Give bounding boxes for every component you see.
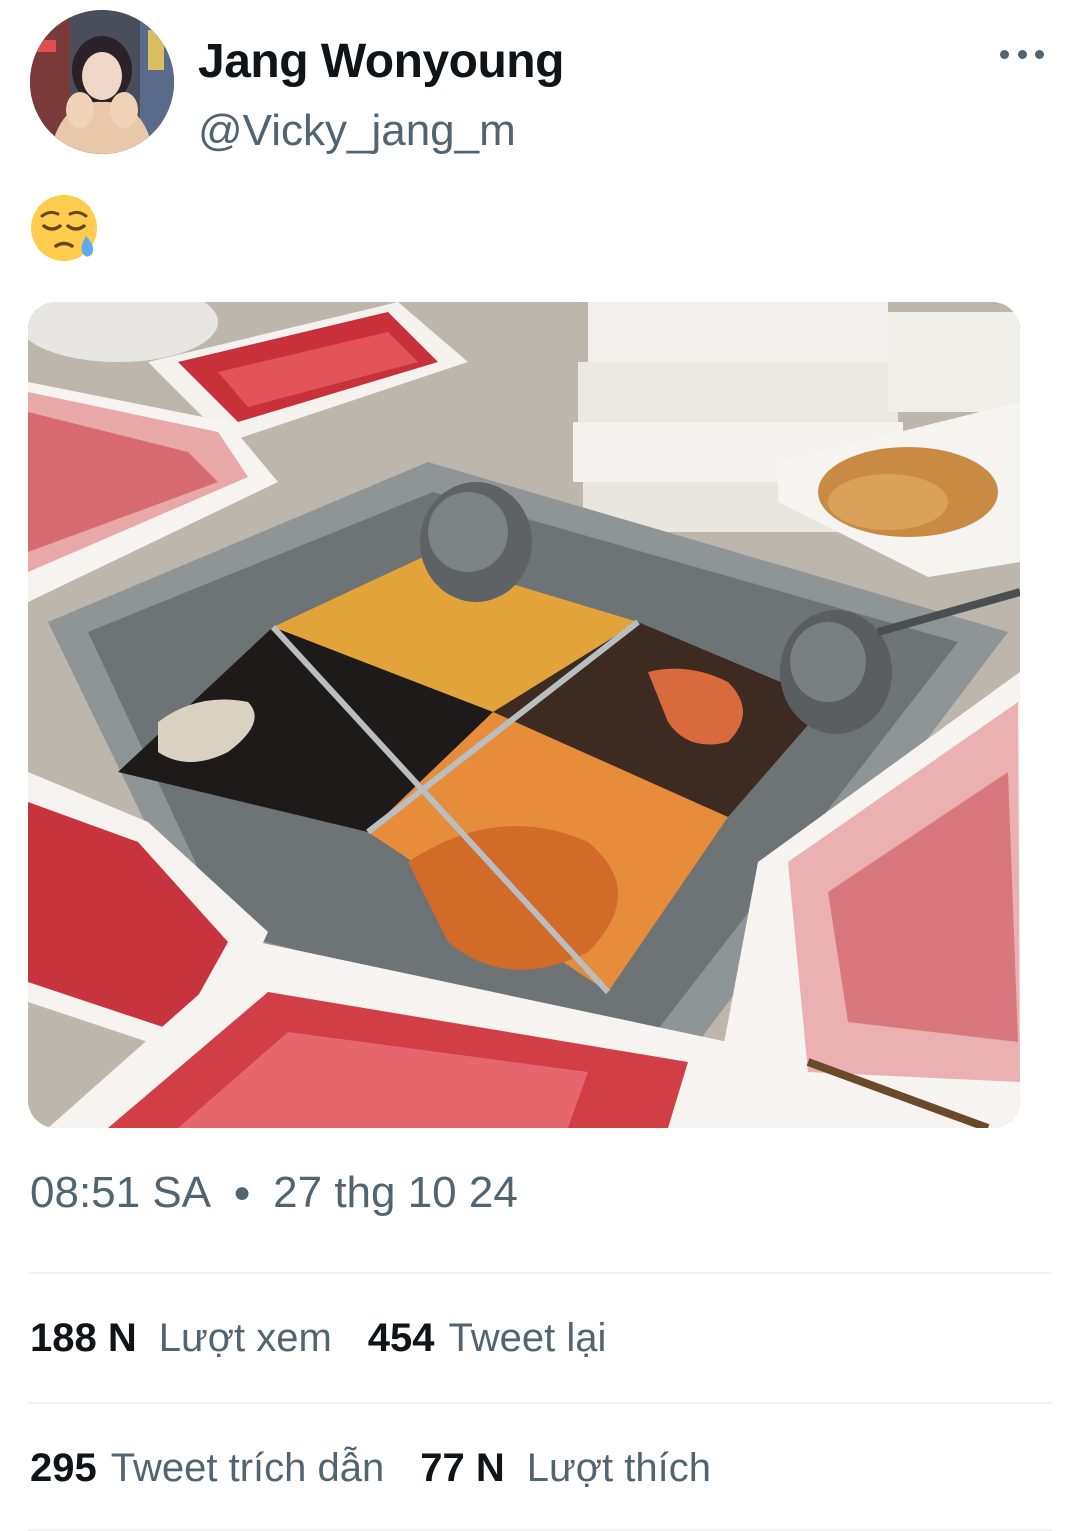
tweet-text: [28, 190, 104, 266]
quotes-label: Tweet trích dẫn: [110, 1446, 385, 1490]
retweets-stat[interactable]: 454 Tweet lại: [368, 1316, 607, 1361]
tweet-timestamp[interactable]: 08:51 SA ● 27 thg 10 24: [30, 1168, 518, 1218]
more-options-icon[interactable]: [1000, 36, 1044, 72]
more-dot: [1035, 49, 1044, 59]
tweet-time: 08:51 SA: [30, 1168, 212, 1217]
divider: [28, 1402, 1052, 1404]
sleepy-face-emoji-icon: [31, 195, 97, 261]
tweet-header: Jang Wonyoung @Vicky_jang_m: [0, 0, 1080, 170]
retweets-count: 454: [367, 1316, 435, 1360]
likes-stat[interactable]: 77 N Lượt thích: [420, 1446, 711, 1491]
separator-dot: ●: [233, 1176, 252, 1209]
views-stat: 188 N Lượt xem: [30, 1316, 332, 1361]
tweet-photo[interactable]: [28, 302, 1020, 1128]
divider: [28, 1272, 1052, 1274]
more-dot: [1000, 49, 1009, 59]
avatar-image: [30, 10, 174, 154]
views-label: Lượt xem: [158, 1316, 332, 1360]
retweets-label: Tweet lại: [448, 1316, 607, 1360]
display-name[interactable]: Jang Wonyoung: [198, 34, 564, 89]
quotes-stat[interactable]: 295 Tweet trích dẫn: [30, 1446, 384, 1491]
views-count: 188 N: [30, 1316, 137, 1360]
tweet-date: 27 thg 10 24: [273, 1168, 518, 1217]
user-handle[interactable]: @Vicky_jang_m: [198, 106, 516, 156]
avatar[interactable]: [30, 10, 174, 154]
quotes-count: 295: [30, 1446, 97, 1490]
more-dot: [1017, 49, 1027, 59]
hotpot-photo: [28, 302, 1020, 1128]
stats-row-2: 295 Tweet trích dẫn 77 N Lượt thích: [30, 1446, 747, 1491]
stats-row-1: 188 N Lượt xem 454 Tweet lại: [30, 1316, 642, 1361]
likes-count: 77 N: [420, 1446, 505, 1490]
likes-label: Lượt thích: [526, 1446, 711, 1490]
